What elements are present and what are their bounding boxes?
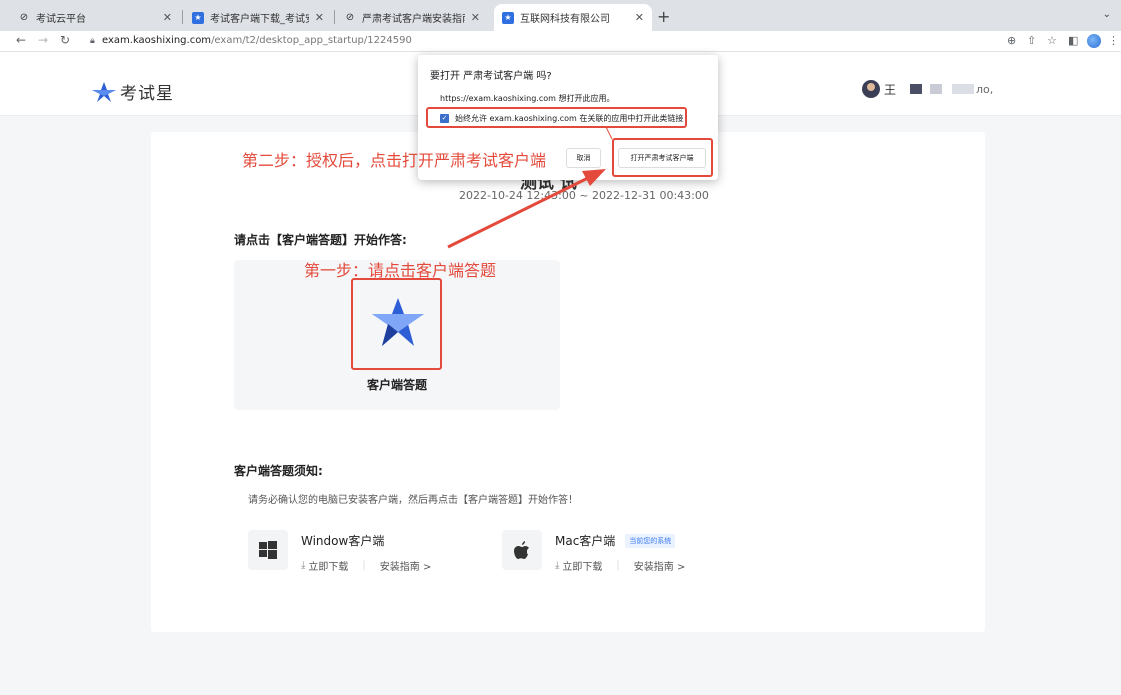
- browser-tab[interactable]: ⊘ 严肃考试客户端安装指南_win_2 ✕: [336, 4, 488, 31]
- url-path: /exam/t2/desktop_app_startup/1224590: [211, 35, 412, 46]
- kaoshixing-favicon-icon: ★: [502, 11, 514, 24]
- dialog-message: https://exam.kaoshixing.com 想打开此应用。: [440, 94, 615, 103]
- close-icon[interactable]: ✕: [635, 11, 644, 24]
- user-name-tail: ло,: [976, 82, 994, 96]
- tab-label: 互联网科技有限公司: [520, 14, 610, 25]
- bookmark-star-icon[interactable]: ☆: [1047, 34, 1057, 47]
- link-divider: |: [362, 560, 366, 571]
- user-avatar: [862, 80, 880, 98]
- globe-icon: ⊘: [345, 12, 355, 23]
- browser-tab-active[interactable]: ★ 互联网科技有限公司 ✕: [494, 4, 652, 31]
- kaoshixing-favicon-icon: ★: [192, 11, 204, 24]
- notice-title: 客户端答题须知:: [234, 464, 323, 478]
- browser-tab[interactable]: ★ 考试客户端下载_考试安全客户端 ✕: [184, 4, 332, 31]
- client-answer-prompt: 请点击【客户端答题】开始作答:: [234, 233, 407, 247]
- cancel-button[interactable]: 取消: [566, 148, 601, 168]
- globe-icon: ⊘: [19, 12, 29, 23]
- apple-icon: [502, 530, 542, 570]
- windows-install-guide-link[interactable]: 安装指南 >: [380, 558, 432, 573]
- tab-label: 考试云平台: [36, 14, 86, 25]
- user-name: 王: [884, 82, 897, 97]
- exam-time-range: 2022-10-24 12:43:00 ~ 2022-12-31 00:43:0…: [459, 189, 709, 202]
- close-icon[interactable]: ✕: [315, 11, 324, 24]
- always-allow-checkbox-row[interactable]: ✓ 始终允许 exam.kaoshixing.com 在关联的应用中打开此类链接: [440, 113, 683, 124]
- dialog-title: 要打开 严肃考试客户端 吗?: [430, 71, 552, 82]
- open-app-button[interactable]: 打开严肃考试客户端: [618, 148, 706, 168]
- notice-text: 请务必确认您的电脑已安装客户端，然后再点击【客户端答题】开始作答！: [248, 495, 578, 506]
- more-menu-icon[interactable]: ⋮: [1108, 34, 1119, 47]
- browser-tab[interactable]: ⊘ 考试云平台 ✕: [10, 4, 180, 31]
- url-field[interactable]: exam.kaoshixing.com/exam/t2/desktop_app_…: [102, 35, 412, 46]
- close-icon[interactable]: ✕: [471, 11, 480, 24]
- checkbox-checked-icon[interactable]: ✓: [440, 114, 449, 123]
- windows-icon: [248, 530, 288, 570]
- tab-label: 考试客户端下载_考试安全客户端: [210, 14, 309, 25]
- mac-client-item: Mac客户端 当前您的系统 ⤓ 立即下载 | 安装指南 >: [502, 530, 685, 573]
- windows-download-link[interactable]: 立即下载: [308, 558, 348, 573]
- windows-client-name: Window客户端: [301, 534, 385, 548]
- star-logo-icon: [92, 81, 116, 102]
- new-tab-button[interactable]: +: [657, 7, 670, 26]
- windows-client-item: Window客户端 ⤓ 立即下载 | 安装指南 >: [248, 530, 431, 573]
- tab-label: 严肃考试客户端安装指南_win_2: [362, 14, 465, 25]
- annotation-step2: 第二步：授权后，点击打开严肃考试客户端: [242, 151, 547, 170]
- tab-separator: [182, 10, 183, 24]
- client-star-logo-icon[interactable]: [372, 298, 424, 346]
- lock-icon[interactable]: 🔒︎: [90, 36, 95, 46]
- share-icon[interactable]: ⇧: [1027, 34, 1036, 47]
- redacted-name-block: [952, 84, 975, 94]
- browser-tab-bar: ⊘ 考试云平台 ✕ ★ 考试客户端下载_考试安全客户端 ✕ ⊘ 严肃考试客户端安…: [0, 0, 1121, 31]
- mac-install-guide-link[interactable]: 安装指南 >: [634, 558, 686, 573]
- download-icon: ⤓: [301, 560, 306, 571]
- tab-search-button[interactable]: ⌄: [1103, 9, 1111, 20]
- always-allow-label: 始终允许 exam.kaoshixing.com 在关联的应用中打开此类链接: [455, 114, 684, 123]
- address-bar-row: ← → ↻ 🔒︎ exam.kaoshixing.com/exam/t2/des…: [0, 31, 1121, 52]
- tab-separator: [334, 10, 335, 24]
- forward-arrow-icon[interactable]: →: [38, 33, 48, 47]
- mac-client-name: Mac客户端: [555, 534, 616, 548]
- redacted-name-block: [930, 84, 943, 94]
- reload-icon[interactable]: ↻: [60, 33, 70, 47]
- redacted-name-block: [910, 84, 923, 94]
- zoom-icon[interactable]: ⊕: [1007, 34, 1016, 47]
- site-logo[interactable]: 考试星: [92, 79, 174, 104]
- mac-download-link[interactable]: 立即下载: [562, 558, 602, 573]
- client-answer-label[interactable]: 客户端答题: [367, 376, 427, 393]
- annotation-step1: 第一步：请点击客户端答题: [304, 261, 497, 280]
- download-icon: ⤓: [555, 560, 560, 571]
- logo-text: 考试星: [120, 84, 174, 104]
- user-menu[interactable]: 王 ло,: [862, 80, 993, 98]
- back-arrow-icon[interactable]: ←: [16, 33, 26, 47]
- profile-avatar[interactable]: [1087, 34, 1101, 48]
- url-host: exam.kaoshixing.com: [102, 35, 212, 46]
- link-divider: |: [616, 560, 620, 571]
- close-icon[interactable]: ✕: [163, 11, 172, 24]
- current-system-badge: 当前您的系统: [625, 533, 676, 548]
- side-panel-icon[interactable]: ◧: [1068, 34, 1078, 47]
